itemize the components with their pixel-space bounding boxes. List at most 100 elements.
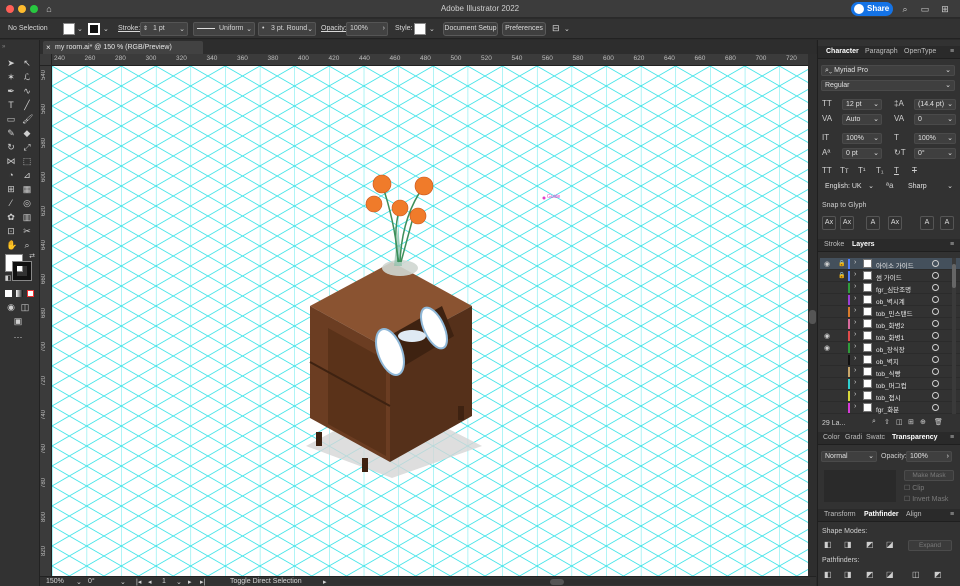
fill-swatch[interactable] <box>63 23 75 35</box>
column-graph-tool-icon[interactable]: ▥ <box>22 212 32 222</box>
more-tools-icon[interactable]: ⋯ <box>13 332 23 342</box>
expand-chevron-icon[interactable]: › <box>854 319 856 326</box>
hand-tool-icon[interactable]: ✋ <box>6 240 17 250</box>
new-layer-icon[interactable]: ⊕ <box>920 418 926 426</box>
underline-icon[interactable]: T <box>894 166 899 175</box>
color-mode-icon[interactable] <box>5 290 12 297</box>
zoom-level[interactable]: 150% <box>46 578 64 585</box>
layers-scroll-thumb[interactable] <box>952 264 956 288</box>
target-circle-icon[interactable] <box>932 260 939 267</box>
expand-chevron-icon[interactable]: › <box>854 331 856 338</box>
target-circle-icon[interactable] <box>932 380 939 387</box>
h-scroll-thumb[interactable] <box>550 579 564 585</box>
expand-chevron-icon[interactable]: › <box>854 403 856 410</box>
last-artboard-icon[interactable]: ▸| <box>200 578 205 586</box>
layer-row[interactable]: › fgr_심단조명 <box>820 282 960 294</box>
horizontal-ruler[interactable]: 240 260 280 300 320 340 360 380 400 420 440 460 480 5… <box>52 54 808 66</box>
delete-layer-icon[interactable]: 🗑 <box>934 418 943 426</box>
draw-behind-icon[interactable]: ◫ <box>20 302 30 312</box>
opacity-field[interactable]: 100% › <box>346 22 388 36</box>
intersect-icon[interactable]: ◩ <box>866 540 874 549</box>
direct-selection-tool-icon[interactable]: ↖ <box>22 58 32 68</box>
default-colors-icon[interactable]: ◧ <box>3 274 13 284</box>
layer-row[interactable]: › fgr_화분 <box>820 402 960 414</box>
target-circle-icon[interactable] <box>932 404 939 411</box>
layer-row[interactable]: › tob_민스탠드 <box>820 306 960 318</box>
document-setup-button[interactable]: Document Setup <box>443 22 498 36</box>
artboard-tool-icon[interactable]: ⊡ <box>6 226 16 236</box>
prev-artboard-icon[interactable]: ◂ <box>148 578 152 586</box>
collapse-icon[interactable]: » <box>2 44 5 50</box>
zoom-tool-icon[interactable]: ⌕ <box>22 240 32 250</box>
divide-icon[interactable]: ◧ <box>824 570 832 579</box>
unite-icon[interactable]: ◧ <box>824 540 832 549</box>
pathfinder-menu-icon[interactable]: ≡ <box>950 511 954 518</box>
layer-row[interactable]: › tob_접시 <box>820 390 960 402</box>
expand-chevron-icon[interactable]: › <box>854 367 856 374</box>
visibility-eye-icon[interactable]: ◉ <box>824 344 830 352</box>
visibility-eye-icon[interactable]: ◉ <box>824 332 830 340</box>
rotate-tool-icon[interactable]: ↻ <box>6 142 16 152</box>
layer-row[interactable]: ◉ › ob_장식장 <box>820 342 960 354</box>
curvature-tool-icon[interactable]: ∿ <box>22 86 32 96</box>
target-circle-icon[interactable] <box>932 344 939 351</box>
paintbrush-tool-icon[interactable]: 🖌 <box>22 114 33 124</box>
lock-icon[interactable]: 🔒 <box>838 260 845 267</box>
horizontal-scrollbar[interactable] <box>340 579 810 585</box>
transparency-menu-icon[interactable]: ≡ <box>950 434 954 441</box>
eyedropper-tool-icon[interactable]: ⁄ <box>6 198 16 208</box>
tab-swatches[interactable]: Swatc <box>866 434 885 441</box>
character-rotation-field[interactable]: 0° ⌄ <box>914 148 956 159</box>
tab-opentype[interactable]: OpenType <box>904 48 936 55</box>
preferences-button[interactable]: Preferences <box>502 22 546 36</box>
magic-wand-tool-icon[interactable]: ✶ <box>6 72 16 82</box>
share-button[interactable]: Share <box>851 2 893 16</box>
layers-menu-icon[interactable]: ≡ <box>950 241 954 248</box>
panel-menu-icon[interactable]: ≡ <box>950 48 954 55</box>
language-field[interactable]: English: UK ⌄ <box>821 181 877 192</box>
artboard-number[interactable]: 1 <box>162 578 166 585</box>
lock-icon[interactable]: 🔒 <box>838 272 845 279</box>
minus-back-icon[interactable]: ◩ <box>934 570 942 579</box>
snap-x-height-icon[interactable]: Ax <box>840 216 854 230</box>
layer-row[interactable]: › ob_벽시계 <box>820 294 960 306</box>
next-artboard-icon[interactable]: ▸ <box>188 578 192 586</box>
vertical-ruler[interactable]: 540 560 580 600 620 640 660 680 700 720 740 760 780 8… <box>40 66 52 576</box>
tab-character[interactable]: Character <box>826 48 859 55</box>
target-circle-icon[interactable] <box>932 308 939 315</box>
stroke-swatch[interactable] <box>88 23 100 35</box>
superscript-icon[interactable]: T¹ <box>858 166 866 175</box>
expand-chevron-icon[interactable]: › <box>854 259 856 266</box>
eraser-tool-icon[interactable]: ◆ <box>22 128 32 138</box>
snap-angular-icon[interactable]: A <box>920 216 934 230</box>
vertical-scrollbar[interactable] <box>808 54 817 576</box>
trim-icon[interactable]: ◨ <box>844 570 852 579</box>
rectangle-tool-icon[interactable]: ▭ <box>6 114 16 124</box>
free-transform-tool-icon[interactable]: ⬚ <box>22 156 32 166</box>
perspective-grid-tool-icon[interactable]: ⊿ <box>22 170 32 180</box>
all-caps-icon[interactable]: TT <box>822 166 832 175</box>
layer-row[interactable]: ◉ 🔒 › 아이소 가이드 <box>820 258 960 270</box>
stroke-color-icon[interactable] <box>12 261 32 281</box>
visibility-eye-icon[interactable]: ◉ <box>824 260 830 268</box>
layer-row[interactable]: › ob_벽지 <box>820 354 960 366</box>
snap-anchor-icon[interactable]: A <box>940 216 954 230</box>
tab-transparency[interactable]: Transparency <box>892 434 938 441</box>
shaper-tool-icon[interactable]: ✎ <box>6 128 16 138</box>
layer-row[interactable]: 🔒 › 썸 가이드 <box>820 270 960 282</box>
snap-proximity-icon[interactable]: Ax <box>888 216 902 230</box>
expand-chevron-icon[interactable]: › <box>854 379 856 386</box>
selection-tool-icon[interactable]: ➤ <box>6 58 16 68</box>
artboard-dropdown-icon[interactable]: ⌄ <box>176 578 182 586</box>
screen-mode-icon[interactable]: ▣ <box>13 316 23 326</box>
tab-paragraph[interactable]: Paragraph <box>865 48 898 55</box>
graphic-style-swatch[interactable] <box>414 23 426 35</box>
stroke-weight-field[interactable]: ⇕ 1 pt ⌄ <box>140 22 188 36</box>
tab-transform[interactable]: Transform <box>824 511 856 518</box>
target-circle-icon[interactable] <box>932 284 939 291</box>
kerning-field[interactable]: Auto ⌄ <box>842 114 882 125</box>
rotation-dropdown-icon[interactable]: ⌄ <box>120 578 126 586</box>
merge-icon[interactable]: ◩ <box>866 570 874 579</box>
close-tab-icon[interactable]: × <box>46 41 51 54</box>
exclude-icon[interactable]: ◪ <box>886 540 894 549</box>
